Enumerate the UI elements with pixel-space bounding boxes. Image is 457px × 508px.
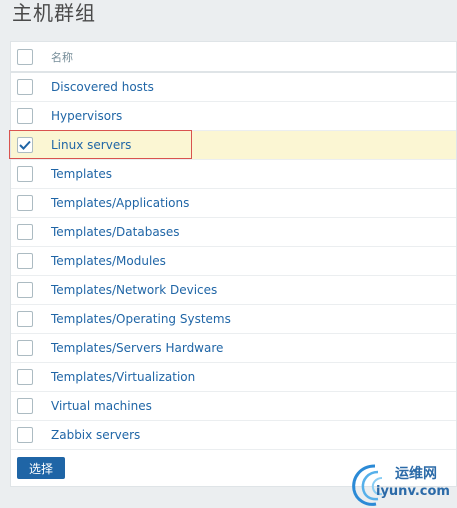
name-column-header[interactable]: 名称 [51,49,73,65]
host-group-link[interactable]: Zabbix servers [51,428,140,442]
row-checkbox[interactable] [17,369,33,385]
table-row: Templates/Network Devices [11,276,456,305]
row-checkbox[interactable] [17,195,33,211]
table-row: Discovered hosts [11,73,456,102]
table-row: Templates/Databases [11,218,456,247]
watermark-text-url: iyunv.com [376,484,450,499]
table-row: Templates/Operating Systems [11,305,456,334]
host-group-link[interactable]: Hypervisors [51,109,122,123]
select-all-checkbox[interactable] [17,48,33,65]
row-checkbox[interactable] [17,253,33,269]
table-row: Zabbix servers [11,421,456,450]
host-group-link[interactable]: Templates/Virtualization [51,370,195,384]
host-group-link[interactable]: Templates/Databases [51,225,180,239]
host-group-panel: 名称 Discovered hosts Hypervisors Linux se… [9,41,457,487]
check-icon [19,140,31,150]
host-group-link[interactable]: Linux servers [51,138,131,152]
table-header: 名称 [11,42,456,73]
select-button[interactable]: 选择 [17,457,65,479]
host-group-link[interactable]: Templates [51,167,112,181]
host-group-link[interactable]: Discovered hosts [51,80,154,94]
page-title: 主机群组 [12,1,96,25]
table-row: Templates [11,160,456,189]
row-checkbox[interactable] [17,166,33,182]
watermark-text-cn: 运维网 [395,466,437,482]
table-row: Virtual machines [11,392,456,421]
row-checkbox[interactable] [17,282,33,298]
row-checkbox[interactable] [17,398,33,414]
row-checkbox-checked[interactable] [17,137,33,153]
table-row: Templates/Servers Hardware [11,334,456,363]
table-row: Templates/Modules [11,247,456,276]
host-group-link[interactable]: Templates/Servers Hardware [51,341,223,355]
host-group-link[interactable]: Templates/Applications [51,196,189,210]
row-checkbox[interactable] [17,340,33,356]
table-row: Hypervisors [11,102,456,131]
table-row: Templates/Virtualization [11,363,456,392]
table-row-selected: Linux servers [9,130,456,160]
row-checkbox[interactable] [17,224,33,240]
row-checkbox[interactable] [17,108,33,124]
row-checkbox[interactable] [17,311,33,327]
row-checkbox[interactable] [17,427,33,443]
host-group-link[interactable]: Templates/Modules [51,254,166,268]
host-group-link[interactable]: Virtual machines [51,399,152,413]
row-checkbox[interactable] [17,79,33,95]
watermark-logo: 运维网 iyunv.com [350,460,457,508]
host-group-link[interactable]: Templates/Network Devices [51,283,217,297]
table-row: Templates/Applications [11,189,456,218]
host-group-link[interactable]: Templates/Operating Systems [51,312,231,326]
